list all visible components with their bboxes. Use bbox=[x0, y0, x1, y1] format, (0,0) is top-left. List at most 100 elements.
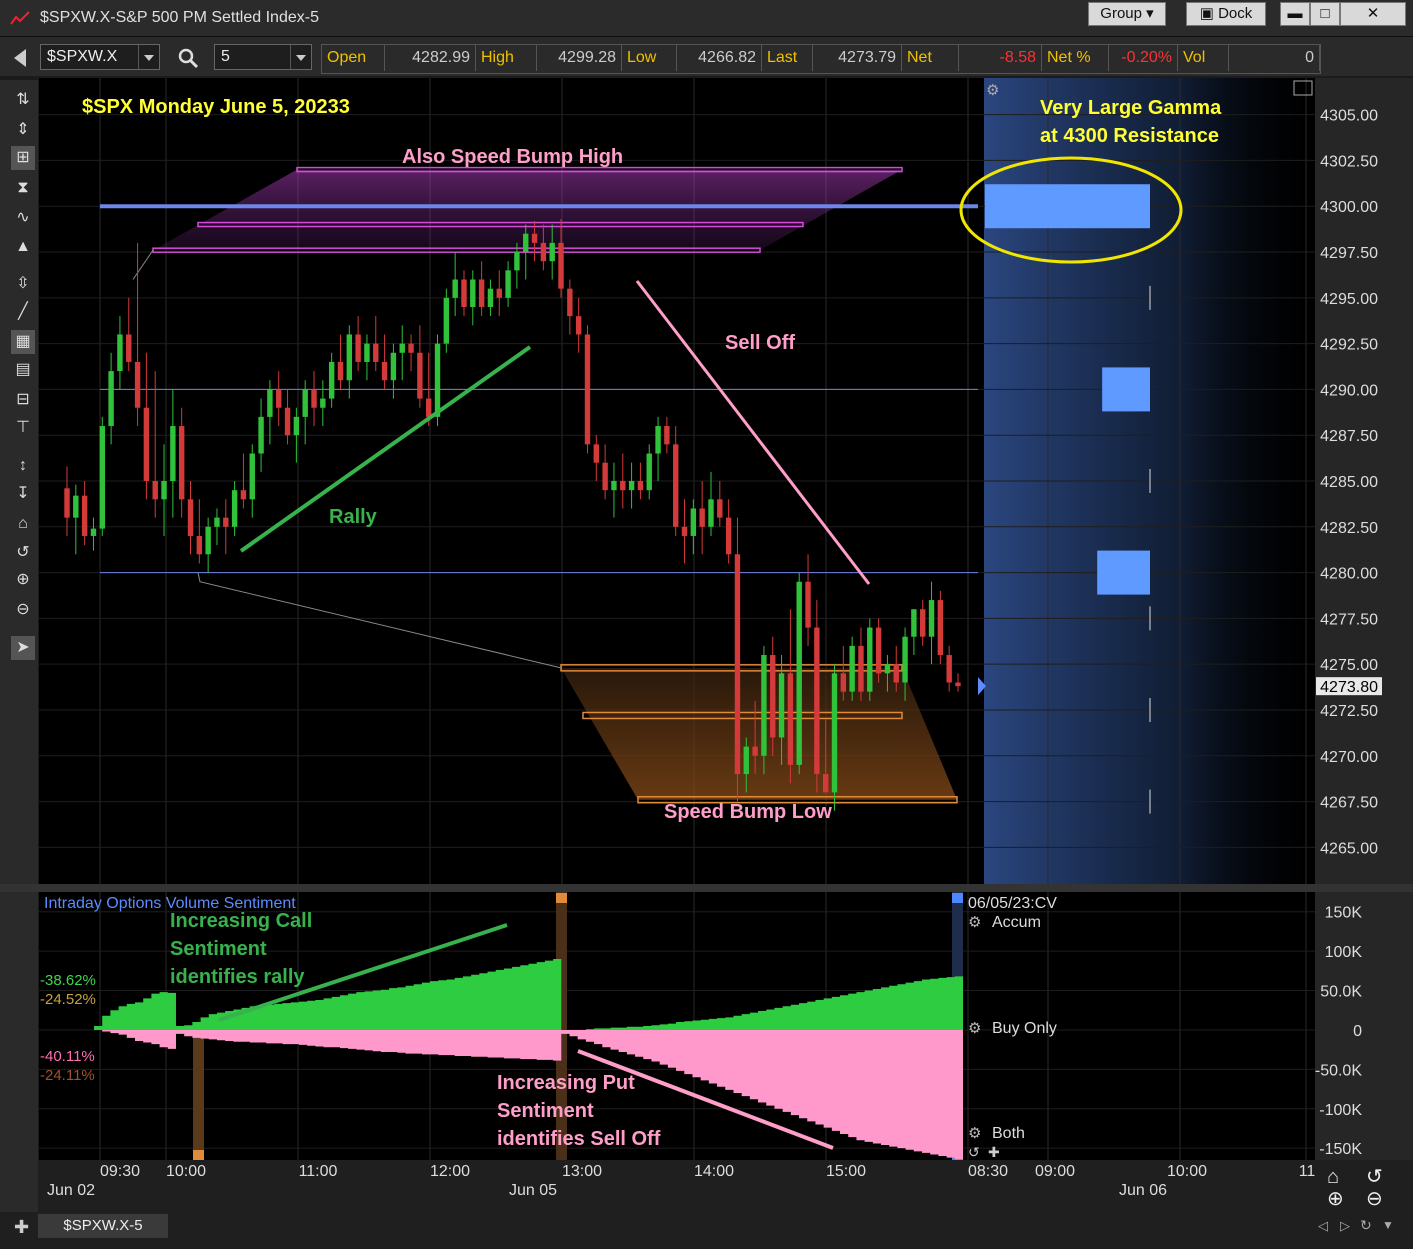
time-axis-label-0: 09:30 bbox=[100, 1163, 140, 1180]
time-axis-label-5: 14:00 bbox=[694, 1163, 734, 1180]
candle-body bbox=[231, 490, 238, 527]
candle-body bbox=[814, 627, 820, 775]
sentiment-axis-label-2: 50.0K bbox=[1320, 984, 1362, 1001]
panel-divider bbox=[0, 884, 1413, 892]
price-axis-label-9: 4282.50 bbox=[1320, 520, 1378, 537]
candle-body bbox=[311, 389, 317, 408]
candle-body bbox=[417, 352, 423, 399]
chart-tab[interactable]: $SPXW.X-5 bbox=[38, 1214, 168, 1238]
price-axis-label-10: 4280.00 bbox=[1320, 566, 1378, 583]
put-sentiment-annotation-line3: identifies Sell Off bbox=[497, 1128, 661, 1150]
price-axis-label-14: 4270.00 bbox=[1320, 749, 1378, 766]
candle-91 bbox=[867, 618, 873, 701]
time-axis-label-7: 08:30 bbox=[968, 1163, 1008, 1180]
candle-body bbox=[267, 389, 273, 417]
candle-body bbox=[920, 609, 926, 637]
gamma-block-1 bbox=[1102, 367, 1150, 412]
candle-body bbox=[496, 288, 502, 298]
session-divider-2-mark bbox=[556, 893, 567, 903]
zoom-out-axis-icon: ⊖ bbox=[1366, 1188, 1383, 1210]
tab-next-icon[interactable]: ▷ bbox=[1340, 1218, 1350, 1234]
candle-body bbox=[470, 279, 476, 307]
candle-89 bbox=[849, 636, 855, 701]
candle-body bbox=[549, 242, 555, 262]
candle-body bbox=[849, 645, 855, 692]
candle-body bbox=[399, 343, 405, 353]
sentiment-axis-label-6: -150K bbox=[1319, 1141, 1362, 1158]
sentiment-mode-label-2: Both bbox=[992, 1125, 1025, 1142]
price-axis-label-0: 4305.00 bbox=[1320, 108, 1378, 125]
session-divider-1 bbox=[193, 1027, 204, 1160]
candle-body bbox=[152, 481, 158, 500]
date-axis-label-0: Jun 02 bbox=[47, 1182, 95, 1199]
candle-body bbox=[770, 655, 776, 738]
candle-body bbox=[558, 242, 564, 289]
candle-body bbox=[743, 746, 749, 775]
price-axis-label-6: 4290.00 bbox=[1320, 382, 1378, 399]
candle-body bbox=[514, 252, 520, 271]
mode-gear-icon-0: ⚙ bbox=[968, 914, 981, 931]
candle-body bbox=[893, 664, 899, 683]
main-title-annotation: $SPX Monday June 5, 20233 bbox=[82, 96, 350, 118]
bottom-tab-bar: ✚ $SPXW.X-5 ◁ ▷ ↻ ▼ bbox=[0, 1212, 1413, 1249]
candle-body bbox=[646, 453, 652, 491]
candle-body bbox=[117, 334, 123, 372]
home-axis-icon: ⌂ bbox=[1327, 1166, 1339, 1188]
price-axis-label-7: 4287.50 bbox=[1320, 428, 1378, 445]
call-sentiment-annotation-line2: Sentiment bbox=[170, 938, 267, 960]
candle-body bbox=[443, 297, 450, 344]
candle-79 bbox=[761, 645, 767, 775]
candle-body bbox=[346, 334, 352, 381]
candle-body bbox=[328, 361, 335, 399]
price-axis-label-15: 4267.50 bbox=[1320, 795, 1378, 812]
gamma-annotation-line2: at 4300 Resistance bbox=[1040, 125, 1220, 147]
candle-body bbox=[867, 627, 873, 692]
speed-bump-low-annotation: Speed Bump Low bbox=[664, 801, 832, 823]
price-axis-label-1: 4302.50 bbox=[1320, 153, 1378, 170]
gamma-block-2 bbox=[1097, 550, 1150, 595]
tab-menu-icon[interactable]: ▼ bbox=[1382, 1218, 1394, 1232]
candle-body bbox=[911, 609, 917, 637]
time-axis-label-6: 15:00 bbox=[826, 1163, 866, 1180]
tab-prev-icon[interactable]: ◁ bbox=[1318, 1218, 1328, 1234]
candle-body bbox=[73, 495, 79, 518]
candle-body bbox=[805, 581, 811, 628]
candle-body bbox=[487, 288, 494, 307]
candle-body bbox=[90, 528, 97, 536]
candle-body bbox=[478, 279, 485, 307]
date-axis-label-1: Jun 05 bbox=[509, 1182, 557, 1199]
sentiment-axis-label-4: -50.0K bbox=[1315, 1062, 1362, 1079]
session-divider-1-mark bbox=[193, 1150, 204, 1160]
candle-body bbox=[761, 655, 767, 756]
price-axis-label-11: 4277.50 bbox=[1320, 611, 1378, 628]
candle-body bbox=[214, 517, 220, 527]
candle-body bbox=[575, 316, 582, 335]
candle-body bbox=[787, 673, 794, 765]
candle-body bbox=[523, 233, 529, 253]
candle-body bbox=[461, 279, 467, 307]
candle-body bbox=[99, 426, 105, 529]
candle-body bbox=[108, 371, 114, 427]
price-axis-label-8: 4285.00 bbox=[1320, 474, 1378, 491]
candle-body bbox=[505, 270, 511, 298]
chart-canvas[interactable]: 4305.00 4302.50 4300.00 4297.50 4295.00 4292.… bbox=[0, 0, 1413, 1212]
add-tab-icon[interactable]: ✚ bbox=[14, 1217, 29, 1238]
call-sentiment-annotation-line3: identifies rally bbox=[170, 966, 305, 988]
candle-body bbox=[302, 389, 308, 417]
price-axis-label-4: 4295.00 bbox=[1320, 291, 1378, 308]
candle-99 bbox=[937, 590, 944, 665]
candle-body bbox=[531, 233, 538, 243]
candle-body bbox=[620, 481, 626, 491]
candle-body bbox=[567, 288, 573, 317]
time-axis-label-1: 10:00 bbox=[166, 1163, 206, 1180]
candle-83 bbox=[796, 572, 802, 775]
candle-59 bbox=[584, 325, 591, 454]
candle-43 bbox=[443, 288, 450, 353]
candle-body bbox=[452, 279, 458, 298]
sentiment-pct-label-2: -40.11% bbox=[40, 1048, 95, 1065]
candle-body bbox=[373, 343, 379, 362]
candle-body bbox=[134, 361, 141, 408]
refresh-icon[interactable]: ↻ bbox=[1360, 1217, 1372, 1234]
candle-76 bbox=[734, 517, 741, 802]
candle-body bbox=[276, 389, 282, 408]
